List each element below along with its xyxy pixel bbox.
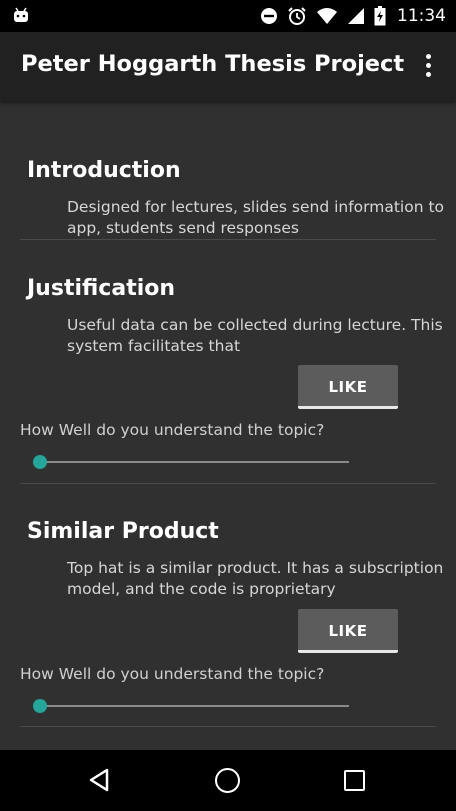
section-title-similar-product: Similar Product	[27, 519, 219, 544]
do-not-disturb-icon	[261, 8, 277, 24]
like-button[interactable]: LIKE	[298, 365, 398, 409]
divider	[20, 726, 436, 727]
alarm-icon	[288, 7, 306, 25]
home-icon[interactable]	[215, 768, 240, 793]
section-body-similar-product: Top hat is a similar product. It has a s…	[67, 559, 444, 598]
understanding-slider[interactable]	[41, 705, 349, 707]
like-button[interactable]: LIKE	[298, 609, 398, 653]
recents-icon[interactable]	[344, 770, 365, 791]
navigation-bar	[0, 750, 456, 811]
section-title-introduction: Introduction	[27, 158, 181, 183]
section-title-justification: Justification	[27, 276, 176, 301]
wifi-icon	[317, 8, 337, 24]
back-icon[interactable]	[88, 768, 110, 792]
content-scroll[interactable]: Introduction Designed for lectures, slid…	[0, 101, 456, 750]
understanding-question: How Well do you understand the topic?	[20, 421, 325, 439]
overflow-menu-icon[interactable]	[416, 54, 440, 80]
understanding-question: How Well do you understand the topic?	[20, 665, 325, 683]
slider-thumb[interactable]	[33, 455, 47, 469]
battery-icon	[374, 6, 386, 26]
app-bar: Peter Hoggarth Thesis Project	[0, 32, 456, 101]
app-title: Peter Hoggarth Thesis Project	[21, 51, 405, 77]
divider	[20, 239, 436, 240]
section-body-justification: Useful data can be collected during lect…	[67, 316, 443, 355]
divider	[20, 483, 436, 484]
understanding-slider[interactable]	[41, 461, 349, 463]
slider-thumb[interactable]	[33, 699, 47, 713]
status-time: 11:34	[397, 6, 446, 26]
android-icon	[14, 7, 28, 22]
status-bar: 11:34	[0, 0, 456, 32]
signal-icon	[348, 8, 364, 24]
section-body-introduction: Designed for lectures, slides send infor…	[67, 198, 445, 237]
